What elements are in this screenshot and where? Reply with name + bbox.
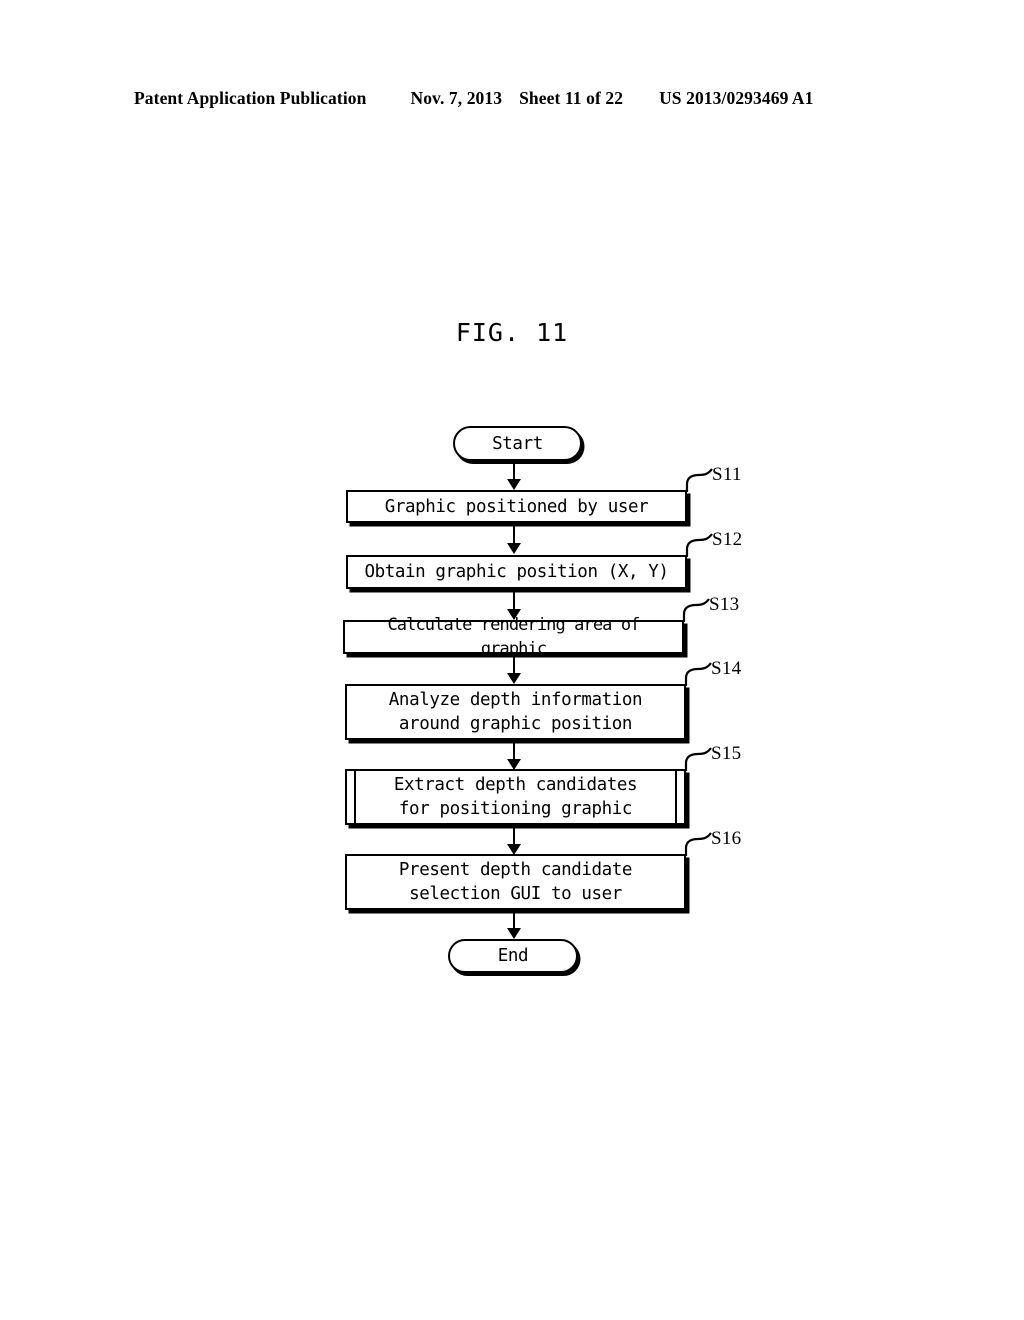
arrowhead-s16-end — [507, 928, 521, 939]
step-s14-text: Analyze depth information around graphic… — [388, 690, 643, 734]
step-label-s12: S12 — [712, 529, 743, 550]
step-s13-text: Calculate rendering area of graphic — [387, 615, 640, 659]
arrowhead-s13-s14 — [507, 673, 521, 684]
step-label-s11: S11 — [712, 464, 742, 485]
flowchart-diagram: Start Graphic positioned by user S11 Obt… — [0, 0, 1024, 1320]
step-s12-text: Obtain graphic position (X, Y) — [364, 562, 669, 582]
flowchart-step-s12: Obtain graphic position (X, Y) — [346, 555, 687, 589]
step-s11-text: Graphic positioned by user — [384, 496, 649, 517]
flowchart-step-s13: Calculate rendering area of graphic — [343, 615, 684, 659]
step-s15-text: Extract depth candidates for positioning… — [393, 775, 638, 819]
step-label-s14: S14 — [711, 658, 742, 679]
flowchart-step-s16: Present depth candidate selection GUI to… — [345, 854, 686, 910]
step-label-s16: S16 — [711, 828, 742, 849]
step-label-s15: S15 — [711, 743, 742, 764]
step-label-s13: S13 — [709, 594, 740, 615]
flowchart-end-terminator: End — [448, 939, 578, 973]
connector-s11-s12 — [513, 524, 515, 545]
flowchart-start-terminator: Start — [453, 426, 582, 461]
arrowhead-start-s11 — [507, 479, 521, 490]
flowchart-step-s15: Extract depth candidates for positioning… — [345, 769, 686, 825]
start-label: Start — [492, 433, 543, 454]
end-label: End — [497, 946, 529, 966]
flowchart-step-s11: Graphic positioned by user — [346, 490, 687, 523]
flowchart-step-s14: Analyze depth information around graphic… — [345, 684, 686, 740]
arrowhead-s11-s12 — [507, 543, 521, 554]
step-s16-text: Present depth candidate selection GUI to… — [398, 860, 633, 904]
connector-s12-s13 — [513, 590, 515, 611]
